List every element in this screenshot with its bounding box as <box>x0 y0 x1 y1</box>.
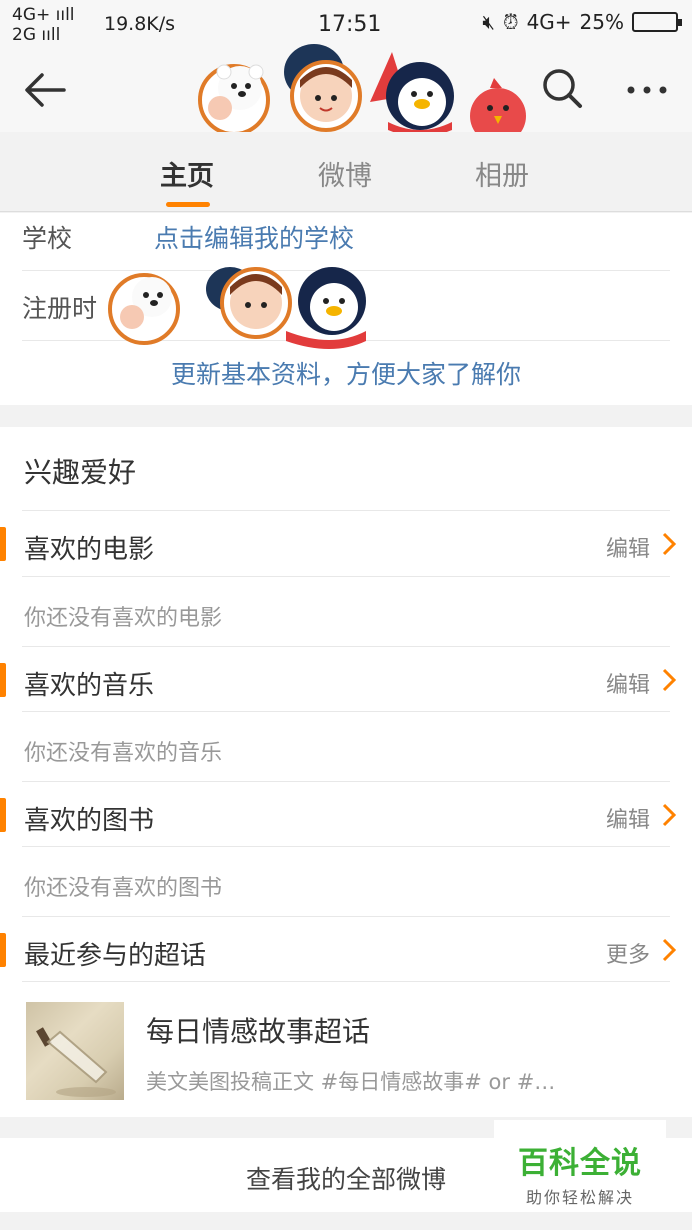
profile-tabs: 主页 微博 相册 <box>0 132 692 212</box>
divider <box>22 711 670 712</box>
movies-empty-text: 你还没有喜欢的电影 <box>24 606 223 631</box>
recent-topics-label: 最近参与的超话 <box>24 941 207 971</box>
watermark-subtitle: 助你轻松解决 <box>525 1188 634 1207</box>
divider <box>22 576 670 577</box>
register-time-label: 注册时 <box>22 294 98 323</box>
register-time-row: 注册时 <box>22 267 670 349</box>
back-arrow-icon[interactable] <box>22 66 70 114</box>
chevron-right-icon[interactable] <box>660 667 678 693</box>
boy-sticker-icon <box>284 44 362 132</box>
topic-thumbnail <box>26 1002 124 1100</box>
edit-books-button[interactable]: 编辑 <box>606 802 650 834</box>
divider <box>22 981 670 982</box>
network-speed: 19.8K/s <box>104 13 176 35</box>
chevron-right-icon[interactable] <box>660 531 678 557</box>
school-edit-link[interactable]: 点击编辑我的学校 <box>154 219 354 255</box>
penguin-sticker-icon <box>370 52 454 137</box>
top-nav-bar <box>0 44 692 144</box>
books-empty-text: 你还没有喜欢的图书 <box>24 876 223 901</box>
watermark-logo: 百科全说 助你轻松解决 <box>494 1120 666 1207</box>
tab-album[interactable]: 相册 <box>475 154 529 193</box>
sticker-overlay-icon <box>108 267 366 349</box>
hobby-music-row[interactable]: 喜欢的音乐 编辑 <box>0 647 692 713</box>
bottle-image-icon <box>36 1027 116 1097</box>
bear-sticker-icon <box>198 64 270 136</box>
basic-info-card: 学校 点击编辑我的学校 注册时 更新基本资料，方便大家了解你 <box>0 213 692 405</box>
alarm-icon: ⏰︎ <box>502 10 519 34</box>
search-icon[interactable] <box>540 66 586 112</box>
accent-bar <box>0 933 6 967</box>
accent-bar <box>0 663 6 697</box>
tab-home[interactable]: 主页 <box>160 154 214 193</box>
hobby-books-row[interactable]: 喜欢的图书 编辑 <box>0 782 692 848</box>
accent-bar <box>0 798 6 832</box>
tab-weibo[interactable]: 微博 <box>318 154 372 193</box>
edit-movies-button[interactable]: 编辑 <box>606 531 650 563</box>
network-indicator: 4G+ ııll 2G ııll <box>12 5 75 45</box>
topic-item[interactable]: 每日情感故事超话 美文美图投稿正文 #每日情感故事# or #… <box>0 1002 692 1102</box>
more-options-icon[interactable] <box>622 66 672 112</box>
hobby-movies-row[interactable]: 喜欢的电影 编辑 <box>0 511 692 577</box>
hobby-music-label: 喜欢的音乐 <box>24 671 155 701</box>
chevron-right-icon[interactable] <box>660 802 678 828</box>
music-empty-text: 你还没有喜欢的音乐 <box>24 741 223 766</box>
battery-percent: 25% <box>579 10 624 34</box>
school-label: 学校 <box>22 224 73 253</box>
chevron-right-icon[interactable] <box>660 937 678 963</box>
more-topics-button[interactable]: 更多 <box>606 937 650 969</box>
recent-topics-row[interactable]: 最近参与的超话 更多 <box>0 917 692 983</box>
divider <box>22 846 670 847</box>
edit-music-button[interactable]: 编辑 <box>606 667 650 699</box>
watermark-title: 百科全说 <box>518 1146 642 1181</box>
signal-right: 4G+ <box>526 10 572 34</box>
mute-icon: 🔇︎ <box>482 10 495 34</box>
hobbies-card: 兴趣爱好 喜欢的电影 编辑 你还没有喜欢的电影 喜欢的音乐 编辑 你还没有喜欢的… <box>0 427 692 1117</box>
accent-bar <box>0 527 6 561</box>
hobby-books-label: 喜欢的图书 <box>24 806 155 836</box>
hobby-movies-label: 喜欢的电影 <box>24 535 155 565</box>
hobbies-title: 兴趣爱好 <box>24 456 137 489</box>
update-profile-link[interactable]: 更新基本资料，方便大家了解你 <box>0 355 692 391</box>
topic-title: 每日情感故事超话 <box>146 1015 371 1048</box>
battery-icon <box>632 12 682 32</box>
clock: 17:51 <box>318 12 382 37</box>
topic-description: 美文美图投稿正文 #每日情感故事# or #… <box>146 1070 556 1094</box>
